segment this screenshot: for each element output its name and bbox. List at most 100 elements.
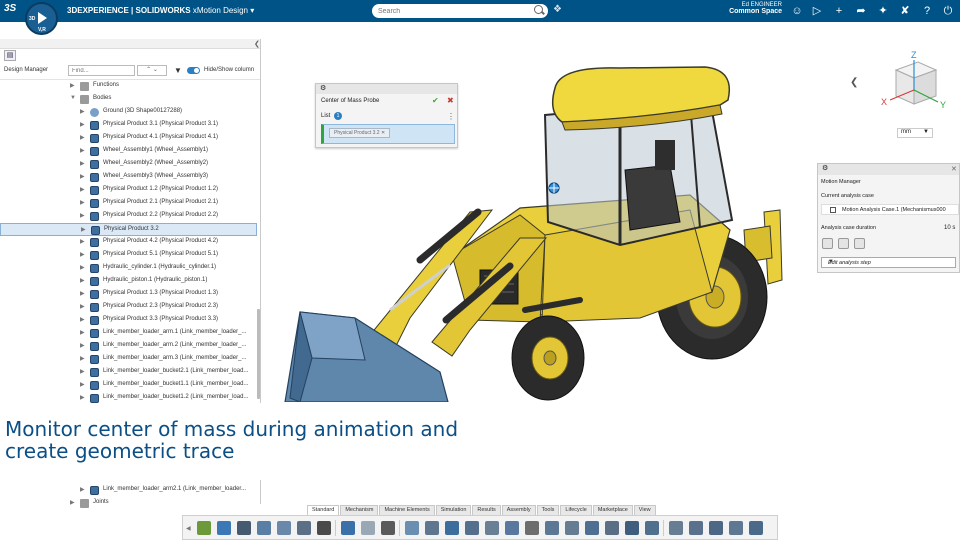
measure-icon[interactable] bbox=[565, 521, 579, 535]
report-icon[interactable] bbox=[689, 521, 703, 535]
chevron-right-icon[interactable]: ▶ bbox=[80, 486, 85, 493]
compass-widget[interactable]: 3D V,R bbox=[25, 2, 58, 35]
grip-icon[interactable]: ◀ bbox=[186, 525, 191, 532]
search-input[interactable] bbox=[372, 4, 548, 18]
tree-row[interactable]: ▶ Functions bbox=[0, 80, 257, 93]
chevron-right-icon[interactable]: ▶ bbox=[80, 290, 85, 297]
chevron-left-icon[interactable]: ❮ bbox=[850, 77, 858, 88]
chevron-right-icon[interactable]: ▶ bbox=[80, 277, 85, 284]
tree-row[interactable]: ▶ Wheel_Assembly1 (Wheel_Assembly1) bbox=[0, 145, 257, 158]
chevron-right-icon[interactable]: ▶ bbox=[70, 499, 75, 506]
link-icon[interactable] bbox=[485, 521, 499, 535]
spring-icon[interactable] bbox=[545, 521, 559, 535]
chevron-right-icon[interactable]: ▶ bbox=[81, 226, 86, 233]
undo-icon[interactable] bbox=[341, 521, 355, 535]
more-options-icon[interactable]: ⋮ bbox=[447, 112, 455, 121]
redo-icon[interactable] bbox=[361, 521, 375, 535]
tree-row[interactable]: ▶ Link_member_loader_bucket2.1 (Link_memb… bbox=[0, 366, 257, 379]
tree-row[interactable]: ▶ Ground (3D Shape00127288) bbox=[0, 106, 257, 119]
chevron-right-icon[interactable]: ▶ bbox=[80, 173, 85, 180]
tab-mechanism[interactable]: Mechanism bbox=[340, 505, 379, 515]
tab-tools[interactable]: Tools bbox=[536, 505, 560, 515]
settings-button[interactable] bbox=[838, 238, 849, 249]
selection-list-field[interactable]: Physical Product 3.2 ✕ bbox=[321, 124, 455, 144]
front-wheel[interactable] bbox=[511, 315, 585, 401]
sensor-button[interactable] bbox=[854, 238, 865, 249]
tree-row[interactable]: ▶ Physical Product 2.2 (Physical Product … bbox=[0, 210, 257, 223]
tree-row[interactable]: ▼ Bodies bbox=[0, 93, 257, 106]
chevron-right-icon[interactable]: ▶ bbox=[80, 355, 85, 362]
database-icon[interactable] bbox=[257, 521, 271, 535]
chevron-right-icon[interactable]: ▶ bbox=[80, 238, 85, 245]
axis-icon[interactable] bbox=[465, 521, 479, 535]
close-icon[interactable]: ✕ bbox=[951, 165, 957, 173]
tag-icon[interactable]: ❖ bbox=[553, 5, 563, 15]
tab-view[interactable]: View bbox=[633, 505, 656, 515]
tab-results[interactable]: Results bbox=[472, 505, 501, 515]
network-icon[interactable]: ✦ bbox=[877, 5, 889, 17]
run-simulation-button[interactable] bbox=[822, 238, 833, 249]
tab-lifecycle[interactable]: Lifecycle bbox=[560, 505, 592, 515]
chevron-right-icon[interactable]: ▶ bbox=[80, 303, 85, 310]
chevron-right-icon[interactable]: ▶ bbox=[80, 147, 85, 154]
capture-icon[interactable] bbox=[277, 521, 291, 535]
loader-bucket[interactable] bbox=[284, 311, 449, 402]
power-icon[interactable]: ⏻ bbox=[942, 5, 954, 17]
center-of-mass-marker[interactable] bbox=[548, 182, 560, 194]
chevron-right-icon[interactable]: ▶ bbox=[80, 108, 85, 115]
units-dropdown[interactable]: mm ▼ bbox=[897, 128, 933, 138]
tree-row[interactable]: ▶ Physical Product 4.2 (Physical Product … bbox=[0, 236, 257, 249]
tree-tab-icon[interactable]: ▤ bbox=[4, 50, 16, 61]
find-navigation[interactable]: ⌃ ⌄ bbox=[137, 65, 167, 76]
chevron-right-icon[interactable]: ▶ bbox=[80, 134, 85, 141]
tree-row[interactable]: ▶ Physical Product 2.3 (Physical Product … bbox=[0, 301, 257, 314]
tab-standard[interactable]: Standard bbox=[307, 505, 340, 515]
tree-row[interactable]: ▶ Wheel_Assembly3 (Wheel_Assembly3) bbox=[0, 171, 257, 184]
chevron-right-icon[interactable]: ▶ bbox=[80, 368, 85, 375]
chevron-right-icon[interactable]: ▶ bbox=[80, 199, 85, 206]
tree-row[interactable]: ▶ Link_member_loader_arm.1 (Link_member_l… bbox=[0, 327, 257, 340]
tree-row[interactable]: ▶ Link_member_loader_arm2.1 (Link_member_… bbox=[0, 484, 257, 496]
tree-row[interactable]: ▶ Link_member_loader_arm.3 (Link_member_l… bbox=[0, 353, 257, 366]
joint-icon[interactable] bbox=[217, 521, 231, 535]
network-icon[interactable] bbox=[505, 521, 519, 535]
brand-title[interactable]: 3DEXPERIENCE | SOLIDWORKS xMotion Design… bbox=[67, 6, 254, 15]
chevron-right-icon[interactable]: ▶ bbox=[80, 316, 85, 323]
user-info[interactable]: Ed ENGINEER Common Space bbox=[720, 2, 782, 15]
panel-icon[interactable] bbox=[297, 521, 311, 535]
tree-row[interactable]: ▶ Physical Product 3.1 (Physical Product … bbox=[0, 119, 257, 132]
tree-row[interactable]: ▶ Physical Product 5.1 (Physical Product … bbox=[0, 249, 257, 262]
tools-icon[interactable]: ✘ bbox=[899, 5, 911, 17]
chevron-right-icon[interactable]: ▶ bbox=[80, 160, 85, 167]
mechanism-icon[interactable] bbox=[197, 521, 211, 535]
save-icon[interactable] bbox=[237, 521, 251, 535]
tree-row[interactable]: ▶ Hydraulic_cylinder.1 (Hydraulic_cylinde… bbox=[0, 262, 257, 275]
frame-icon[interactable] bbox=[605, 521, 619, 535]
tree-row[interactable]: ▶ Physical Product 3.2 bbox=[0, 223, 257, 236]
close-icon[interactable]: ✖ bbox=[447, 96, 454, 105]
hide-show-column-toggle[interactable] bbox=[187, 67, 200, 74]
tab-machine-elements[interactable]: Machine Elements bbox=[379, 505, 435, 515]
collapse-panel-icon[interactable]: ❮ bbox=[254, 40, 260, 48]
tree-row[interactable]: ▶ Physical Product 3.3 (Physical Product … bbox=[0, 314, 257, 327]
chevron-right-icon[interactable]: ▶ bbox=[80, 394, 85, 401]
tree-row[interactable]: ▶ Wheel_Assembly2 (Wheel_Assembly2) bbox=[0, 158, 257, 171]
chevron-right-icon[interactable]: ▶ bbox=[80, 381, 85, 388]
tree-row[interactable]: ▶ Physical Product 4.1 (Physical Product … bbox=[0, 132, 257, 145]
selected-item-chip[interactable]: Physical Product 3.2 ✕ bbox=[329, 128, 391, 138]
animation-icon[interactable] bbox=[709, 521, 723, 535]
chevron-right-icon[interactable]: ▶ bbox=[70, 82, 75, 89]
shape-icon[interactable] bbox=[425, 521, 439, 535]
player-icon[interactable] bbox=[749, 521, 763, 535]
chevron-right-icon[interactable]: ▶ bbox=[80, 186, 85, 193]
tree-row[interactable]: ▶ Physical Product 2.1 (Physical Product … bbox=[0, 197, 257, 210]
sensor-icon[interactable] bbox=[585, 521, 599, 535]
tab-assembly[interactable]: Assembly bbox=[501, 505, 536, 515]
settings-icon[interactable] bbox=[317, 521, 331, 535]
gear-icon[interactable] bbox=[525, 521, 539, 535]
view-navigator[interactable]: Z X Y bbox=[878, 50, 954, 114]
user-icon[interactable]: ☺ bbox=[791, 5, 803, 17]
chevron-right-icon[interactable]: ▶ bbox=[80, 251, 85, 258]
find-input[interactable] bbox=[68, 65, 135, 76]
tree-row[interactable]: ▶ Link_member_loader_bucket1.1 (Link_memb… bbox=[0, 379, 257, 392]
